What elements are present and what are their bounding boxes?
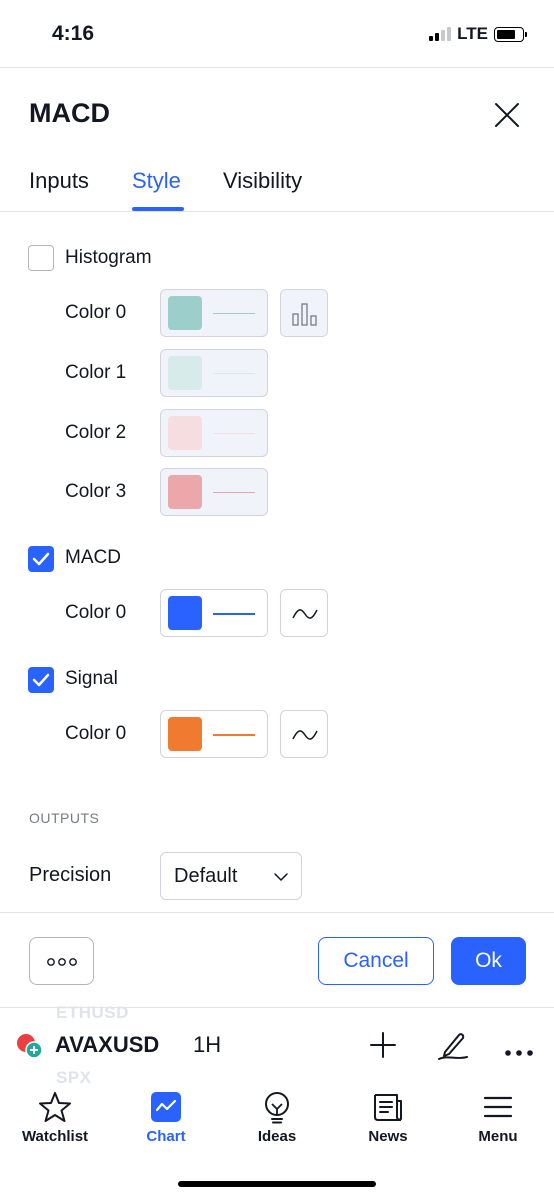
line-preview	[213, 433, 255, 434]
line-preview	[213, 734, 255, 736]
outputs-section-label: OUTPUTS	[29, 810, 100, 826]
macd-checkbox[interactable]	[28, 546, 54, 572]
precision-label: Precision	[29, 864, 112, 886]
histogram-label: Histogram	[65, 247, 152, 268]
macd-label: MACD	[65, 547, 121, 568]
network-type: LTE	[457, 24, 488, 43]
nav-label: Watchlist	[21, 1128, 89, 1145]
macd-color-picker[interactable]	[160, 589, 268, 637]
ellipsis-icon	[47, 958, 77, 966]
histogram-color-0-label: Color 0	[65, 302, 127, 323]
histogram-plot-style-button[interactable]	[280, 289, 328, 337]
status-indicators: LTE	[429, 24, 527, 44]
nav-chart[interactable]: Chart	[111, 1090, 221, 1145]
line-preview	[213, 373, 255, 374]
line-preview	[213, 613, 255, 615]
pen-icon	[438, 1033, 468, 1060]
interval-selector[interactable]: 1H	[193, 1032, 221, 1058]
signal-checkbox[interactable]	[28, 667, 54, 693]
histogram-color-3-picker[interactable]	[160, 468, 268, 516]
signal-color-0-label: Color 0	[65, 723, 127, 744]
color-swatch	[168, 356, 202, 390]
nav-label: News	[368, 1128, 408, 1145]
more-options-button[interactable]	[29, 937, 94, 985]
ok-button[interactable]: Ok	[451, 937, 526, 985]
macd-plot-style-button[interactable]	[280, 589, 328, 637]
plus-icon	[370, 1032, 396, 1058]
color-swatch	[168, 296, 202, 330]
tab-inputs[interactable]: Inputs	[29, 168, 89, 194]
divider	[0, 912, 554, 913]
lightbulb-icon	[265, 1092, 289, 1124]
chart-more-button[interactable]	[505, 1043, 533, 1061]
status-time: 4:16	[52, 22, 95, 45]
symbol-name[interactable]: AVAXUSD	[55, 1032, 159, 1058]
signal-plot-style-button[interactable]	[280, 710, 328, 758]
signal-icon	[429, 27, 452, 41]
divider	[0, 211, 554, 212]
histogram-color-2-label: Color 2	[65, 422, 127, 443]
hamburger-icon	[483, 1096, 513, 1118]
symbol-logo-icon	[16, 1033, 44, 1059]
more-horizontal-icon	[505, 1050, 533, 1056]
line-preview	[213, 313, 255, 314]
macd-color-0-label: Color 0	[65, 602, 127, 623]
histogram-color-1-label: Color 1	[65, 362, 127, 383]
battery-icon	[494, 26, 527, 42]
histogram-color-2-picker[interactable]	[160, 409, 268, 457]
tab-visibility[interactable]: Visibility	[223, 168, 302, 194]
line-style-icon	[292, 609, 318, 619]
close-button[interactable]	[492, 100, 522, 130]
dialog-title: MACD	[29, 98, 110, 128]
histogram-color-0-picker[interactable]	[160, 289, 268, 337]
chart-icon	[151, 1092, 181, 1122]
histogram-checkbox[interactable]	[28, 245, 54, 271]
color-swatch	[168, 416, 202, 450]
checkmark-icon	[32, 673, 50, 687]
home-indicator	[178, 1181, 376, 1187]
tab-style[interactable]: Style	[132, 168, 181, 194]
line-preview	[213, 492, 255, 493]
star-icon	[39, 1092, 71, 1122]
precision-select[interactable]: Default	[160, 852, 302, 900]
nav-news[interactable]: News	[333, 1090, 443, 1145]
color-swatch	[168, 717, 202, 751]
histogram-color-3-label: Color 3	[65, 481, 127, 502]
ghost-symbol-below: SPX	[56, 1068, 92, 1087]
chevron-down-icon	[274, 873, 288, 882]
drawing-tools-button[interactable]	[437, 1029, 469, 1066]
color-swatch	[168, 596, 202, 630]
checkmark-icon	[32, 552, 50, 566]
precision-value: Default	[174, 865, 238, 887]
cancel-button[interactable]: Cancel	[318, 937, 434, 985]
signal-color-picker[interactable]	[160, 710, 268, 758]
bar-chart-icon	[292, 303, 317, 326]
nav-label: Ideas	[257, 1128, 297, 1145]
divider	[0, 67, 554, 68]
nav-menu[interactable]: Menu	[443, 1090, 553, 1145]
add-indicator-button[interactable]	[369, 1031, 397, 1064]
color-swatch	[168, 475, 202, 509]
newspaper-icon	[374, 1094, 402, 1121]
ghost-symbol-above: ETHUSD	[56, 1003, 129, 1022]
nav-label: Menu	[478, 1128, 518, 1145]
nav-watchlist[interactable]: Watchlist	[0, 1090, 110, 1145]
histogram-color-1-picker[interactable]	[160, 349, 268, 397]
nav-ideas[interactable]: Ideas	[222, 1090, 332, 1145]
line-style-icon	[292, 730, 318, 740]
nav-label: Chart	[146, 1128, 186, 1145]
signal-label: Signal	[65, 668, 118, 689]
close-icon	[495, 103, 519, 127]
